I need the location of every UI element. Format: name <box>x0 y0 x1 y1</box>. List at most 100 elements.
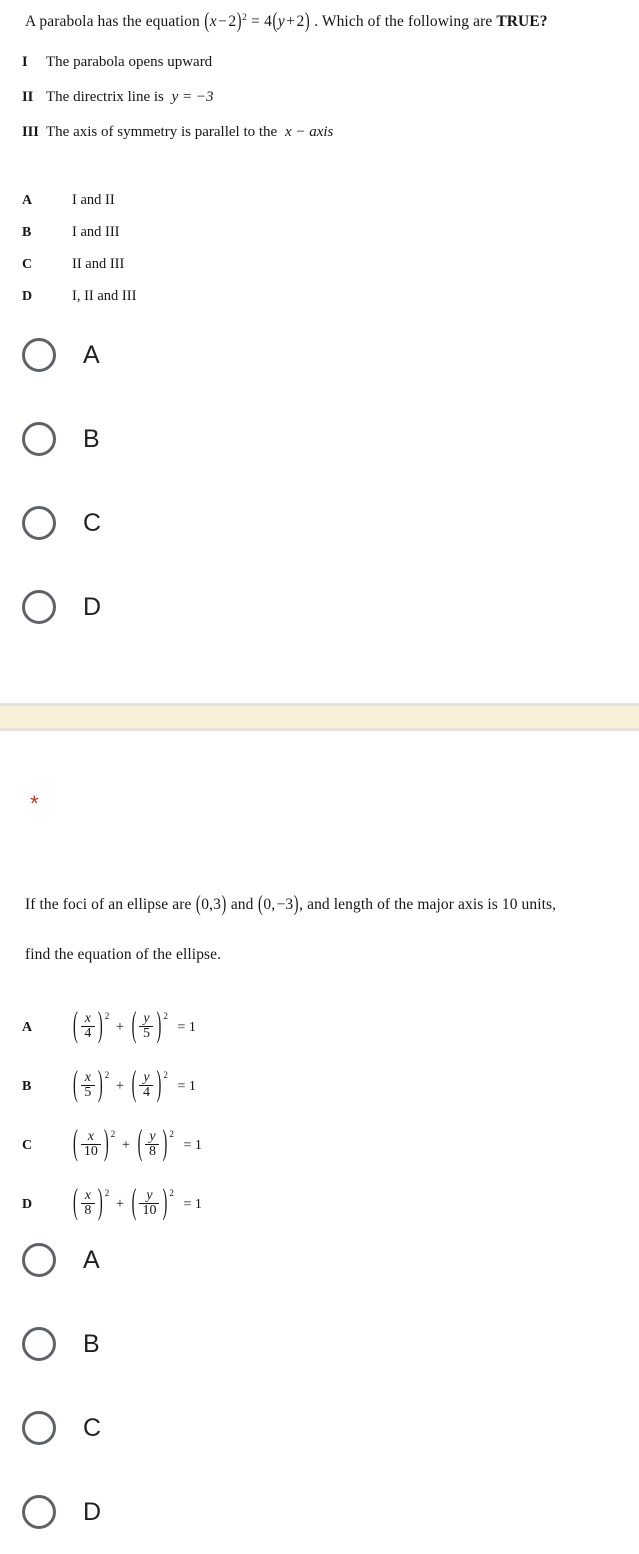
exponent: 2 <box>104 1010 110 1021</box>
radio-option-c[interactable]: C <box>0 1386 639 1470</box>
statement-text: The parabola opens upward <box>46 53 213 70</box>
radio-option-d[interactable]: D <box>0 565 639 649</box>
frac-numerator: x <box>84 1010 91 1026</box>
option-letter: B <box>22 224 32 240</box>
option-row: B (x 5) 2 + (y 4) 2 = 1 <box>0 1057 639 1116</box>
question-1-statement-3: III The axis of symmetry is parallel to … <box>0 124 639 141</box>
option-row: C (x 10) 2 + (y 8) 2 = 1 <box>0 1116 639 1175</box>
radio-option-c[interactable]: C <box>0 481 639 565</box>
option-math: (x 4) 2 + (y 5) 2 = 1 <box>73 1006 196 1047</box>
frac-numerator: y <box>146 1187 153 1203</box>
option-text: II and III <box>72 256 125 273</box>
radio-label: D <box>83 1497 102 1526</box>
statement-math: x − axis <box>284 123 334 140</box>
frac-numerator: y <box>149 1128 156 1144</box>
radio-label: B <box>83 1329 100 1358</box>
question-2-stem-text-2: and <box>230 896 254 913</box>
radio-label: C <box>83 508 102 537</box>
exponent: 2 <box>163 1069 168 1080</box>
radio-circle-icon[interactable] <box>22 338 56 372</box>
question-1-options: A I and II B I and III C II and III D I,… <box>0 185 639 313</box>
exponent: 2 <box>104 1069 110 1080</box>
option-math: (x 8) 2 + (y 10) 2 = 1 <box>73 1183 202 1224</box>
section-divider-band <box>0 703 639 731</box>
option-letter: B <box>22 1078 32 1094</box>
question-2-image: If the foci of an ellipse are (0,3) and … <box>0 892 639 1234</box>
question-1-stem-true: TRUE? <box>496 13 548 30</box>
frac-denominator: 5 <box>84 1085 92 1101</box>
option-text: I and II <box>72 192 115 209</box>
statement-numeral: I <box>22 53 28 70</box>
equals-one: = 1 <box>177 1020 196 1036</box>
question-1-statement-2: II The directrix line is y = −3 <box>0 89 639 106</box>
question-2-stem-line-1: If the foci of an ellipse are (0,3) and … <box>0 892 639 917</box>
frac-denominator: 4 <box>84 1026 92 1042</box>
frac-numerator: x <box>84 1187 91 1203</box>
radio-circle-icon[interactable] <box>22 1327 56 1361</box>
radio-label: A <box>83 1245 100 1274</box>
required-marker: * <box>30 791 39 816</box>
radio-option-b[interactable]: B <box>0 397 639 481</box>
question-1-stem: A parabola has the equation (x − 2)2 = 4… <box>0 9 639 34</box>
frac-denominator: 5 <box>142 1026 150 1042</box>
frac-numerator: x <box>84 1069 91 1085</box>
frac-denominator: 8 <box>148 1144 156 1160</box>
question-1-choice-list: A B C D <box>0 313 639 649</box>
radio-option-d[interactable]: D <box>0 1470 639 1554</box>
exponent: 2 <box>104 1187 110 1198</box>
radio-circle-icon[interactable] <box>22 1411 56 1445</box>
statement-numeral: II <box>22 88 34 105</box>
option-letter: A <box>22 1019 33 1035</box>
question-2-focus-1: (0,3) <box>195 892 227 917</box>
question-2-focus-2: (0, −3), <box>257 892 304 917</box>
option-row: A I and II <box>0 185 639 217</box>
question-2-options: A (x 4) 2 + (y 5) 2 = 1 B (x 5) 2 + (y 4) 2 = 1 … <box>0 998 639 1234</box>
option-letter: A <box>22 192 33 208</box>
question-2-stem-line-2: find the equation of the ellipse. <box>25 945 222 963</box>
frac-denominator: 10 <box>142 1203 157 1219</box>
frac-numerator: x <box>87 1128 94 1144</box>
option-letter: D <box>22 288 33 304</box>
radio-option-b[interactable]: B <box>0 1302 639 1386</box>
frac-numerator: y <box>143 1069 150 1085</box>
equals-one: = 1 <box>183 1197 202 1213</box>
radio-option-a[interactable]: A <box>0 1218 639 1302</box>
radio-circle-icon[interactable] <box>22 1243 56 1277</box>
option-letter: D <box>22 1196 33 1212</box>
statement-math: y = −3 <box>171 88 214 105</box>
statement-text-body: The directrix line is <box>46 88 164 105</box>
exponent: 2 <box>169 1128 174 1139</box>
option-text: I and III <box>72 224 120 241</box>
option-letter: C <box>22 1137 33 1153</box>
radio-label: A <box>83 340 100 369</box>
question-1-statement-1: I The parabola opens upward <box>0 54 639 71</box>
statement-text-body: The axis of symmetry is parallel to the <box>46 123 278 140</box>
radio-circle-icon[interactable] <box>22 1495 56 1529</box>
question-1-stem-text: A parabola has the equation <box>25 13 200 30</box>
statement-text: The axis of symmetry is parallel to the … <box>46 124 333 141</box>
option-letter: C <box>22 256 33 272</box>
radio-label: B <box>83 424 100 453</box>
question-2-choice-list: A B C D <box>0 1218 639 1554</box>
option-row: C II and III <box>0 249 639 281</box>
question-1-stem-text-2: . Which of the following are <box>314 13 493 30</box>
frac-numerator: y <box>143 1010 150 1026</box>
option-row: B I and III <box>0 217 639 249</box>
option-math: (x 10) 2 + (y 8) 2 = 1 <box>73 1124 202 1165</box>
statement-numeral: III <box>22 123 39 140</box>
radio-circle-icon[interactable] <box>22 506 56 540</box>
radio-option-a[interactable]: A <box>0 313 639 397</box>
question-2-stem-text-3: and length of the major axis is 10 units… <box>307 896 557 913</box>
option-row: D I, II and III <box>0 281 639 313</box>
radio-circle-icon[interactable] <box>22 590 56 624</box>
radio-circle-icon[interactable] <box>22 422 56 456</box>
exponent: 2 <box>163 1010 168 1021</box>
option-row: A (x 4) 2 + (y 5) 2 = 1 <box>0 998 639 1057</box>
question-2-stem-text-1: If the foci of an ellipse are <box>25 896 192 913</box>
frac-denominator: 4 <box>142 1085 150 1101</box>
equals-one: = 1 <box>177 1079 196 1095</box>
equals-one: = 1 <box>183 1138 202 1154</box>
option-text: I, II and III <box>72 288 137 305</box>
exponent: 2 <box>169 1187 174 1198</box>
frac-denominator: 10 <box>83 1144 98 1160</box>
